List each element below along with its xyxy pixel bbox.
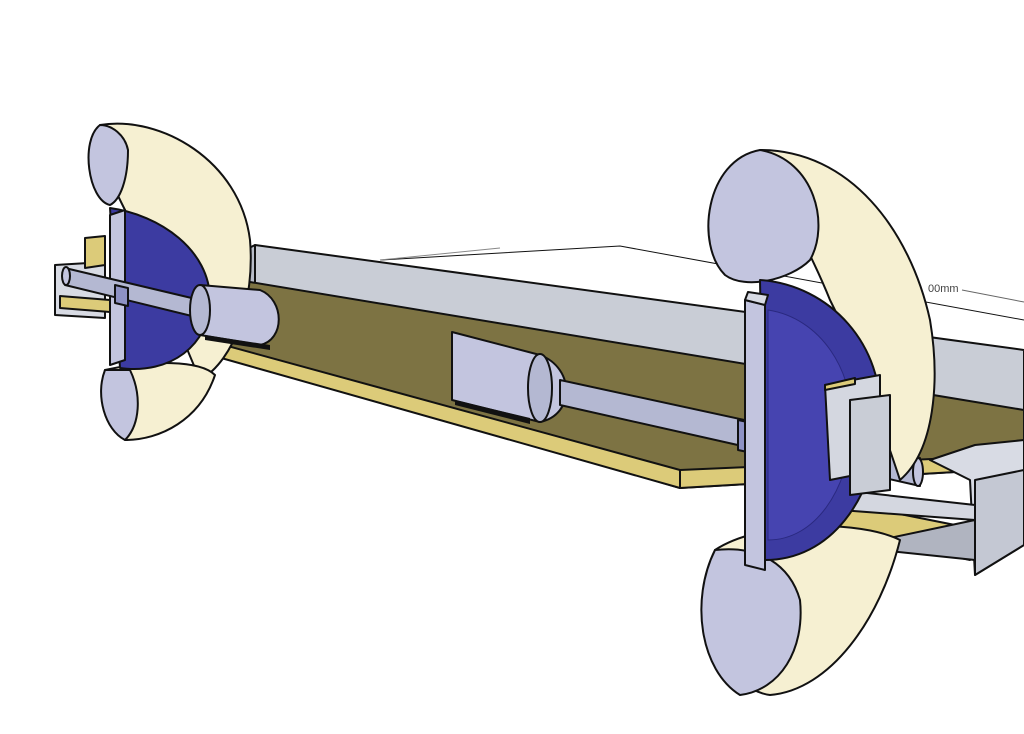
sketchup-viewport[interactable]: 00mm (0, 0, 1024, 734)
dimension-label: 00mm (928, 283, 959, 295)
cutaway-model: 00mm (54, 122, 1024, 696)
